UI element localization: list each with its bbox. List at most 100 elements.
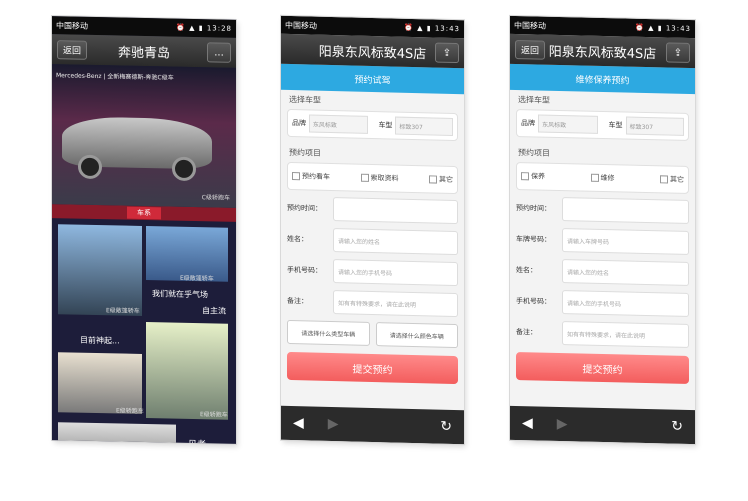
car-color-button[interactable]: 请选择什么颜色车辆 — [375, 322, 458, 349]
share-button[interactable]: ⇪ — [435, 42, 459, 64]
submit-button[interactable]: 提交预约 — [516, 352, 689, 384]
back-slot — [286, 49, 308, 50]
clock: 13:43 — [434, 24, 460, 34]
vehicle-card: 品牌 东风标致 车型 标致307 — [287, 108, 458, 142]
field-label: 预约时间： — [516, 204, 551, 213]
vehicle-row: 品牌 东风标致 车型 标致307 — [521, 114, 684, 136]
submit-button[interactable]: 提交预约 — [287, 351, 458, 385]
title-bar: 阳泉东风标致4S店 ⇪ — [281, 33, 464, 69]
slogan-text: 我们就在乎气场 — [152, 289, 208, 300]
clock: 13:43 — [665, 24, 691, 34]
field-row-name: 姓名： 请输入您的姓名 — [516, 258, 689, 286]
back-arrow-icon[interactable]: ◀ — [293, 415, 304, 431]
field-label: 手机号码： — [287, 265, 322, 275]
forward-arrow-icon[interactable]: ▶ — [328, 416, 339, 432]
field-label: 预约时间： — [287, 203, 322, 213]
brand-select[interactable]: 东风标致 — [538, 114, 599, 134]
field-label: 备注： — [516, 328, 537, 337]
phone-input[interactable]: 请输入您的手机号码 — [333, 259, 458, 287]
hero-banner[interactable]: Mercedes-Benz | 全新梅赛德斯-奔驰C级车 C级轿跑车 — [52, 64, 236, 208]
project-section-label: 预约项目 — [518, 148, 550, 158]
more-button[interactable]: ... — [207, 42, 231, 63]
slogan-text: 目前神起... — [80, 335, 120, 346]
product-tile[interactable] — [146, 322, 228, 420]
share-icon: ⇪ — [673, 47, 683, 59]
title-bar: 返回 奔驰青岛 ... — [52, 34, 236, 68]
time-input[interactable] — [333, 197, 458, 225]
note-input[interactable]: 如有有特殊要求，请在此说明 — [333, 290, 458, 318]
field-row-time: 预约时间： — [516, 196, 689, 224]
phone-test-drive-form: 中国移动 ⏰ ▲ ▮ 13:43 阳泉东风标致4S店 ⇪ 预约试驾 选择车型 品… — [281, 15, 464, 445]
plate-input[interactable]: 请输入车牌号码 — [562, 228, 689, 255]
vehicle-card: 品牌 东风标致 车型 标致307 — [516, 109, 689, 141]
banner-caption: C级轿跑车 — [201, 194, 230, 202]
field-label: 姓名： — [287, 234, 308, 244]
title-bar: 返回 阳泉东风标致4S店 ⇪ — [510, 33, 695, 69]
back-arrow-icon[interactable]: ◀ — [522, 415, 533, 431]
name-input[interactable]: 请输入您的姓名 — [333, 228, 458, 256]
checkbox-get-info[interactable]: 索取资料 — [360, 173, 399, 184]
status-icons: ⏰ ▲ ▮ 13:43 — [404, 23, 460, 34]
model-label: 车型 — [608, 121, 623, 130]
brand-select[interactable]: 东风标致 — [308, 114, 369, 134]
model-label: 车型 — [378, 121, 393, 130]
browser-nav-bar: ◀ ▶ ↻ — [510, 405, 695, 445]
field-label: 备注： — [287, 296, 308, 306]
checkbox-view-car[interactable]: 预约看车 — [292, 171, 330, 182]
model-select[interactable]: 标致307 — [625, 116, 684, 136]
car-type-button[interactable]: 请选择什么类型车辆 — [287, 319, 370, 346]
vehicle-section-label: 选择车型 — [518, 95, 550, 105]
time-input[interactable] — [562, 197, 689, 224]
project-card: 预约看车 索取资料 其它 — [287, 161, 458, 195]
phone-input[interactable]: 请输入您的手机号码 — [562, 290, 689, 317]
field-row-time: 预约时间： — [287, 196, 458, 225]
wheel-icon — [78, 154, 102, 180]
brand-label: 品牌 — [521, 119, 535, 128]
brand-line: Mercedes-Benz | 全新梅赛德斯-奔驰C级车 — [56, 72, 174, 82]
product-tile[interactable] — [58, 422, 176, 444]
checkbox-repair[interactable]: 维修 — [590, 173, 615, 184]
field-row-phone: 手机号码： 请输入您的手机号码 — [516, 289, 689, 317]
clock: 13:28 — [206, 24, 232, 33]
field-label: 车牌号码： — [516, 235, 551, 244]
wheel-icon — [172, 156, 196, 182]
note-input[interactable]: 如有有特殊要求，请在此说明 — [562, 321, 689, 348]
tile-caption: E级轿跑车 — [200, 411, 228, 419]
refresh-icon[interactable]: ↻ — [440, 419, 452, 435]
phone-promo: 中国移动 ⏰ ▲ ▮ 13:28 返回 奔驰青岛 ... Mercedes-Be… — [52, 16, 236, 444]
back-button[interactable]: 返回 — [57, 39, 88, 60]
checkbox-other[interactable]: 其它 — [429, 174, 453, 185]
selector-buttons: 请选择什么类型车辆 请选择什么颜色车辆 — [287, 319, 458, 349]
model-select[interactable]: 标致307 — [395, 116, 453, 136]
checkbox-other[interactable]: 其它 — [660, 174, 684, 185]
product-grid: E级敞篷轿车 E级敞篷轿车 我们就在乎气场 自主流 目前神起... E级轿跑车 … — [52, 218, 236, 444]
product-tile[interactable] — [58, 352, 142, 414]
tab-series[interactable]: 车系 — [127, 206, 161, 220]
carrier-label: 中国移动 — [285, 20, 317, 31]
checkbox-maintenance[interactable]: 保养 — [521, 171, 545, 182]
field-row-note: 备注： 如有有特殊要求，请在此说明 — [516, 320, 689, 348]
field-row-note: 备注： 如有有特殊要求，请在此说明 — [287, 289, 458, 318]
vehicle-row: 品牌 东风标致 车型 标致307 — [292, 114, 453, 136]
project-card: 保养 维修 其它 — [516, 162, 689, 194]
back-button[interactable]: 返回 — [515, 39, 546, 60]
carrier-label: 中国移动 — [514, 20, 546, 31]
name-input[interactable]: 请输入您的姓名 — [562, 259, 689, 286]
field-label: 手机号码： — [516, 297, 551, 306]
product-tile[interactable] — [58, 224, 142, 316]
forward-arrow-icon[interactable]: ▶ — [557, 416, 568, 432]
phone-maintenance-form: 中国移动 ⏰ ▲ ▮ 13:43 返回 阳泉东风标致4S店 ⇪ 维修保养预约 选… — [510, 15, 695, 445]
field-label: 姓名： — [516, 266, 537, 275]
slogan-text: 自主流 — [202, 306, 226, 316]
tile-caption: E级敞篷轿车 — [106, 307, 140, 315]
slogan-text: 见者 — [188, 437, 206, 444]
status-icons: ⏰ ▲ ▮ 13:43 — [635, 23, 691, 34]
refresh-icon[interactable]: ↻ — [671, 419, 683, 435]
field-row-name: 姓名： 请输入您的姓名 — [287, 227, 458, 256]
share-button[interactable]: ⇪ — [666, 42, 690, 63]
project-section-label: 预约项目 — [289, 147, 321, 158]
field-row-phone: 手机号码： 请输入您的手机号码 — [287, 258, 458, 287]
status-icons: ⏰ ▲ ▮ 13:28 — [176, 23, 232, 33]
browser-nav-bar: ◀ ▶ ↻ — [281, 405, 464, 445]
tile-caption: E级敞篷轿车 — [180, 274, 214, 283]
